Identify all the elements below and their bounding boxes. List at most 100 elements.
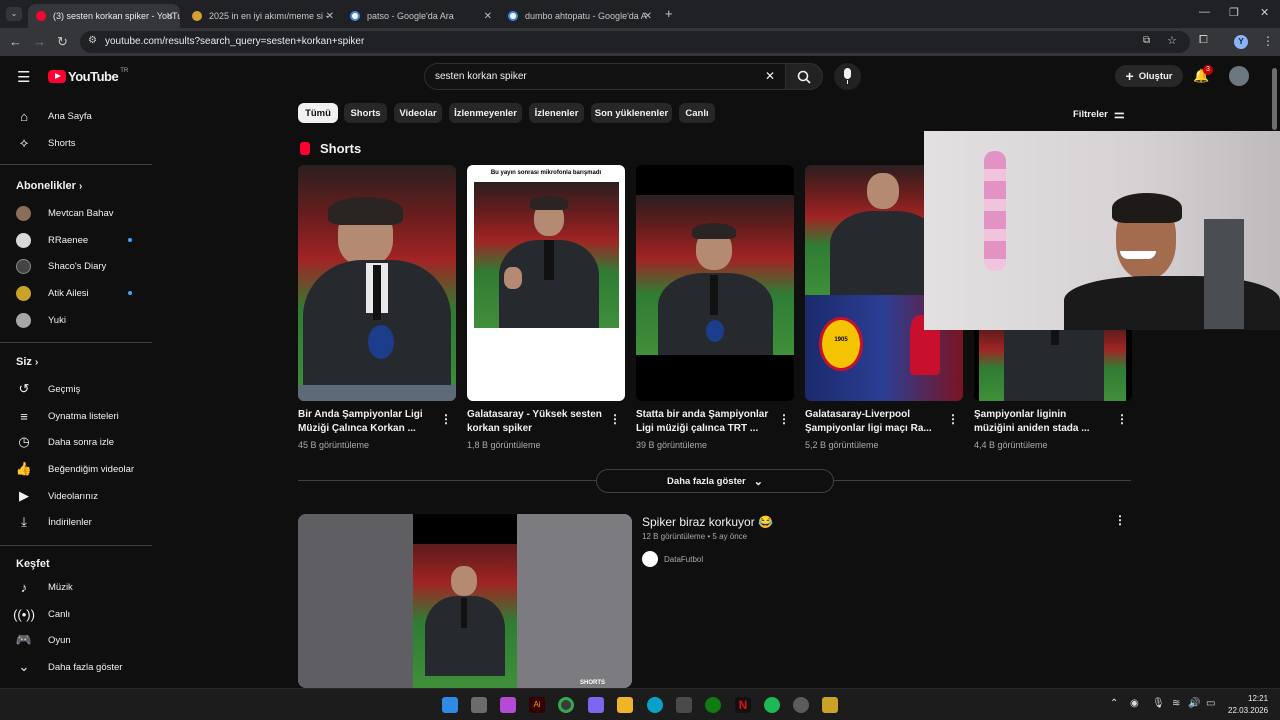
channel-avatar[interactable]: [642, 551, 658, 567]
sidebar-item-show-more[interactable]: ⌄ Daha fazla göster: [0, 654, 150, 680]
sidebar-item-playlists[interactable]: ≡ Oynatma listeleri: [0, 403, 150, 429]
app-icon[interactable]: [822, 697, 838, 713]
voice-search-button[interactable]: [834, 63, 861, 90]
more-options-icon[interactable]: ⋮: [609, 412, 621, 426]
url-text[interactable]: youtube.com/results?search_query=sesten+…: [105, 36, 364, 47]
clock-date[interactable]: 22.03.2026: [1228, 706, 1268, 715]
microphone-icon[interactable]: 🎙: [1152, 698, 1165, 709]
youtube-logo[interactable]: YouTube TR: [48, 68, 128, 84]
account-avatar[interactable]: [1229, 66, 1249, 86]
close-icon[interactable]: ✕: [644, 11, 652, 22]
filters-button[interactable]: Filtreler ⚌: [1073, 107, 1125, 121]
sidebar-item-subscription[interactable]: Yuki: [0, 307, 150, 333]
tray-app-icon[interactable]: ◉: [1130, 698, 1139, 709]
scrollbar-thumb[interactable]: [1272, 68, 1277, 130]
browser-tab[interactable]: (3) sesten korkan spiker - YouTu ✕: [28, 4, 180, 28]
you-heading[interactable]: Siz ›: [16, 356, 38, 368]
close-icon[interactable]: ✕: [326, 11, 334, 22]
app-icon[interactable]: [500, 697, 516, 713]
hamburger-menu-icon[interactable]: ☰: [17, 68, 30, 86]
close-window-icon[interactable]: ✕: [1260, 6, 1269, 19]
chip-shorts[interactable]: Shorts: [344, 103, 387, 123]
chip-recently-uploaded[interactable]: Son yüklenenler: [591, 103, 672, 123]
channel-name[interactable]: DataFutbol: [664, 555, 703, 564]
illustrator-icon[interactable]: Ai: [529, 697, 545, 713]
short-title[interactable]: Galatasaray-Liverpool Şampiyonlar ligi m…: [805, 408, 940, 436]
clock-time[interactable]: 12:21: [1248, 694, 1268, 703]
wifi-icon[interactable]: ≋: [1172, 698, 1180, 709]
short-thumbnail[interactable]: [298, 165, 456, 401]
clear-search-icon[interactable]: ✕: [765, 69, 775, 83]
video-title[interactable]: Spiker biraz korkuyor 😂: [642, 515, 773, 529]
steam-icon[interactable]: [793, 697, 809, 713]
sidebar-item-live[interactable]: ((•)) Canlı: [0, 601, 150, 627]
show-more-button[interactable]: Daha fazla göster ⌄: [596, 469, 834, 493]
sidebar-item-your-videos[interactable]: ▶ Videolarınız: [0, 483, 150, 509]
video-thumbnail[interactable]: SHORTS: [298, 514, 632, 688]
bookmark-star-icon[interactable]: ☆: [1167, 34, 1177, 47]
short-title[interactable]: Şampiyonlar liginin müziğini aniden stad…: [974, 408, 1109, 436]
close-icon[interactable]: ✕: [166, 11, 174, 22]
edge-icon[interactable]: [647, 697, 663, 713]
sidebar-item-liked-videos[interactable]: 👍 Beğendiğim videolar: [0, 456, 150, 482]
more-options-icon[interactable]: ⋮: [1116, 412, 1128, 426]
short-thumbnail[interactable]: [636, 165, 794, 401]
more-options-icon[interactable]: ⋮: [778, 412, 790, 426]
task-view-icon[interactable]: [471, 697, 487, 713]
omnibox[interactable]: ⚙ youtube.com/results?search_query=seste…: [80, 31, 1190, 53]
battery-icon[interactable]: ▭: [1206, 698, 1215, 709]
chip-unwatched[interactable]: İzlenmeyenler: [449, 103, 522, 123]
close-icon[interactable]: ✕: [484, 11, 492, 22]
short-title[interactable]: Bir Anda Şampiyonlar Ligi Müziği Çalınca…: [298, 408, 433, 436]
sidebar-item-music[interactable]: ♪ Müzik: [0, 574, 150, 600]
netflix-icon[interactable]: N: [735, 697, 751, 713]
back-icon[interactable]: ←: [9, 34, 22, 49]
chip-watched[interactable]: İzlenenler: [529, 103, 584, 123]
channel-row[interactable]: DataFutbol: [642, 551, 703, 567]
cast-icon[interactable]: ⧉: [1143, 35, 1150, 46]
more-options-icon[interactable]: ⋮: [440, 412, 452, 426]
sidebar-item-watch-later[interactable]: ◷ Daha sonra izle: [0, 429, 150, 455]
forward-icon[interactable]: →: [33, 34, 46, 49]
search-query-text[interactable]: sesten korkan spiker: [435, 71, 527, 82]
copilot-icon[interactable]: [588, 697, 604, 713]
more-options-icon[interactable]: ⋮: [947, 412, 959, 426]
browser-tab[interactable]: dumbo ahtopatu - Google'da A ✕: [500, 4, 658, 28]
tray-chevron-icon[interactable]: ⌃: [1110, 698, 1118, 709]
windows-start-icon[interactable]: [442, 697, 458, 713]
sidebar-item-subscription[interactable]: Mevtcan Bahav: [0, 200, 150, 226]
sidebar-item-subscription[interactable]: RRaenee: [0, 227, 150, 253]
spotify-icon[interactable]: [764, 697, 780, 713]
xbox-icon[interactable]: [705, 697, 721, 713]
extensions-icon[interactable]: ⧠: [1199, 34, 1208, 47]
file-explorer-icon[interactable]: [617, 697, 633, 713]
sidebar-item-subscription[interactable]: Shaco's Diary: [0, 253, 150, 279]
short-thumbnail[interactable]: Bu yayın sonrası mikrofonla barışmadı: [467, 165, 625, 401]
sidebar-item-downloads[interactable]: ⤓ İndirilenler: [0, 509, 150, 535]
profile-avatar[interactable]: Y: [1234, 35, 1248, 49]
restore-icon[interactable]: ❐: [1229, 6, 1239, 19]
short-title[interactable]: Galatasaray - Yüksek sesten korkan spike…: [467, 408, 602, 436]
site-info-icon[interactable]: ⚙: [88, 35, 97, 46]
sidebar-item-home[interactable]: ⌂ Ana Sayfa: [0, 103, 150, 129]
subscriptions-heading[interactable]: Abonelikler ›: [16, 180, 82, 192]
tab-search-icon[interactable]: ⌄: [6, 7, 22, 21]
chip-all[interactable]: Tümü: [298, 103, 338, 123]
chip-videos[interactable]: Videolar: [394, 103, 442, 123]
sidebar-item-history[interactable]: ↺ Geçmiş: [0, 376, 150, 402]
short-title[interactable]: Statta bir anda Şampiyonlar Ligi müziği …: [636, 408, 771, 436]
chrome-icon[interactable]: [558, 697, 574, 713]
search-input[interactable]: sesten korkan spiker ✕: [424, 63, 786, 90]
sidebar-item-shorts[interactable]: ⟡ Shorts: [0, 130, 150, 156]
store-icon[interactable]: [676, 697, 692, 713]
browser-tab[interactable]: patso - Google'da Ara ✕: [342, 4, 498, 28]
create-button[interactable]: + Oluştur: [1115, 65, 1183, 87]
new-tab-icon[interactable]: +: [665, 6, 673, 21]
menu-dots-icon[interactable]: ⋮: [1262, 34, 1274, 48]
sidebar-item-gaming[interactable]: 🎮 Oyun: [0, 627, 150, 653]
search-button[interactable]: [785, 63, 823, 90]
more-options-icon[interactable]: ⋮: [1114, 513, 1126, 527]
volume-icon[interactable]: 🔊: [1188, 698, 1200, 709]
minimize-icon[interactable]: —: [1199, 6, 1210, 18]
chip-live[interactable]: Canlı: [679, 103, 715, 123]
